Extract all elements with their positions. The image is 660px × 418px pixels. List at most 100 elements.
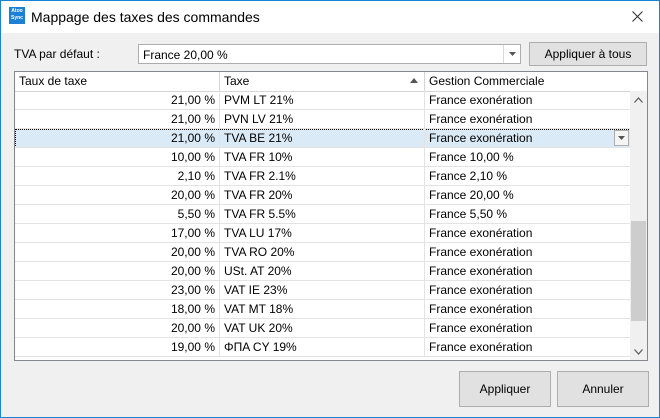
- table-row[interactable]: 21,00 % PVM LT 21% France exonération: [15, 91, 631, 110]
- table-row[interactable]: 10,00 % TVA FR 10% France 10,00 %: [15, 148, 631, 167]
- mapping-cell[interactable]: France exonération: [425, 224, 631, 243]
- table-row[interactable]: 5,50 % TVA FR 5.5% France 5,50 %: [15, 205, 631, 224]
- column-header-mapping[interactable]: Gestion Commerciale: [425, 72, 631, 91]
- chevron-down-icon: [508, 52, 516, 56]
- grid-header-corner: [630, 72, 647, 92]
- rate-cell[interactable]: 20,00 %: [15, 262, 220, 281]
- tax-cell-text: VAT MT 18%: [224, 302, 294, 316]
- mapping-cell[interactable]: France exonération: [425, 281, 631, 300]
- rate-cell-text: 21,00 %: [170, 93, 215, 107]
- rate-cell-text: 20,00 %: [170, 264, 215, 278]
- rate-cell[interactable]: 10,00 %: [15, 148, 220, 167]
- tax-cell[interactable]: VAT MT 18%: [220, 300, 425, 319]
- mapping-dropdown-button[interactable]: [614, 130, 629, 146]
- mapping-cell[interactable]: France 2,10 %: [425, 167, 631, 186]
- rate-cell-text: 20,00 %: [170, 321, 215, 335]
- mapping-cell[interactable]: France 5,50 %: [425, 205, 631, 224]
- title-bar: Atoo Sync Mappage des taxes des commande…: [1, 1, 659, 33]
- table-row[interactable]: 2,10 % TVA FR 2.1% France 2,10 %: [15, 167, 631, 186]
- grid-rows: 21,00 % PVM LT 21% France exonération 21,00…: [15, 91, 631, 357]
- tax-cell-text: TVA FR 20%: [224, 188, 293, 202]
- table-row[interactable]: 21,00 % TVA BE 21% France exonération: [15, 129, 631, 148]
- mapping-cell[interactable]: France exonération: [425, 91, 631, 110]
- close-icon: [631, 10, 643, 22]
- tax-cell[interactable]: TVA RO 20%: [220, 243, 425, 262]
- mapping-cell[interactable]: France exonération: [425, 110, 631, 129]
- rate-cell[interactable]: 20,00 %: [15, 186, 220, 205]
- apply-button[interactable]: Appliquer: [459, 371, 551, 407]
- scroll-down-button[interactable]: [630, 343, 647, 360]
- table-row[interactable]: 20,00 % VAT UK 20% France exonération: [15, 319, 631, 338]
- tax-cell-text: TVA BE 21%: [224, 131, 293, 145]
- tax-cell[interactable]: VAT UK 20%: [220, 319, 425, 338]
- rate-cell[interactable]: 18,00 %: [15, 300, 220, 319]
- rate-cell[interactable]: 17,00 %: [15, 224, 220, 243]
- mapping-cell-text: France exonération: [429, 321, 533, 335]
- mapping-cell[interactable]: France exonération: [425, 300, 631, 319]
- mapping-cell-text: France 5,50 %: [429, 207, 508, 221]
- tax-cell[interactable]: VAT IE 23%: [220, 281, 425, 300]
- mapping-cell-text: France exonération: [429, 283, 533, 297]
- table-row[interactable]: 20,00 % TVA FR 20% France 20,00 %: [15, 186, 631, 205]
- table-row[interactable]: 18,00 % VAT MT 18% France exonération: [15, 300, 631, 319]
- rate-cell[interactable]: 21,00 %: [15, 91, 220, 110]
- rate-cell-text: 5,50 %: [177, 207, 215, 221]
- mapping-cell[interactable]: France exonération: [425, 338, 631, 357]
- cancel-button[interactable]: Annuler: [557, 371, 649, 407]
- rate-cell[interactable]: 2,10 %: [15, 167, 220, 186]
- rate-cell-text: 23,00 %: [170, 283, 215, 297]
- tax-cell[interactable]: TVA FR 5.5%: [220, 205, 425, 224]
- mapping-cell-text: France 2,10 %: [429, 169, 508, 183]
- column-header-rate[interactable]: Taux de taxe: [15, 72, 220, 91]
- column-header-tax[interactable]: Taxe: [220, 72, 425, 91]
- mapping-cell[interactable]: France exonération: [425, 243, 631, 262]
- default-tva-dropdown-arrow[interactable]: [503, 45, 520, 63]
- rate-cell[interactable]: 20,00 %: [15, 319, 220, 338]
- tax-cell[interactable]: USt. AT 20%: [220, 262, 425, 281]
- apply-all-button[interactable]: Appliquer à tous: [529, 42, 647, 66]
- grid-header: Taux de taxe Taxe Gestion Commerciale: [15, 72, 631, 92]
- vertical-scrollbar[interactable]: [630, 91, 647, 360]
- mapping-cell-text: France exonération: [429, 264, 533, 278]
- tax-cell-text: PVM LT 21%: [224, 93, 294, 107]
- rate-cell-text: 21,00 %: [170, 112, 215, 126]
- mapping-cell-text: France exonération: [429, 226, 533, 240]
- scroll-up-button[interactable]: [630, 91, 647, 108]
- rate-cell[interactable]: 20,00 %: [15, 243, 220, 262]
- tax-cell[interactable]: PVM LT 21%: [220, 91, 425, 110]
- mapping-cell[interactable]: France 10,00 %: [425, 148, 631, 167]
- rate-cell[interactable]: 19,00 %: [15, 338, 220, 357]
- rate-cell-text: 21,00 %: [170, 131, 215, 145]
- tax-cell-text: TVA FR 5.5%: [224, 207, 296, 221]
- close-button[interactable]: [625, 5, 649, 27]
- rate-cell[interactable]: 21,00 %: [15, 110, 220, 129]
- tax-cell[interactable]: TVA FR 20%: [220, 186, 425, 205]
- mapping-cell[interactable]: France exonération: [425, 262, 631, 281]
- tax-cell[interactable]: TVA FR 2.1%: [220, 167, 425, 186]
- table-row[interactable]: 21,00 % PVN LV 21% France exonération: [15, 110, 631, 129]
- table-row[interactable]: 23,00 % VAT IE 23% France exonération: [15, 281, 631, 300]
- app-icon: Atoo Sync: [9, 7, 25, 24]
- tax-cell[interactable]: TVA LU 17%: [220, 224, 425, 243]
- table-row[interactable]: 20,00 % USt. AT 20% France exonération: [15, 262, 631, 281]
- chevron-down-icon: [618, 136, 625, 140]
- scrollbar-thumb[interactable]: [631, 221, 646, 321]
- mapping-cell[interactable]: France 20,00 %: [425, 186, 631, 205]
- tax-cell[interactable]: PVN LV 21%: [220, 110, 425, 129]
- mapping-cell[interactable]: France exonération: [425, 319, 631, 338]
- table-row[interactable]: 19,00 % ΦΠΑ CY 19% France exonération: [15, 338, 631, 357]
- mapping-cell[interactable]: France exonération: [425, 129, 631, 148]
- tax-cell[interactable]: TVA BE 21%: [220, 129, 425, 148]
- table-row[interactable]: 20,00 % TVA RO 20% France exonération: [15, 243, 631, 262]
- default-tva-select[interactable]: France 20,00 %: [138, 44, 521, 64]
- rate-cell-text: 2,10 %: [177, 169, 215, 183]
- mapping-cell-text: France 10,00 %: [429, 150, 514, 164]
- rate-cell[interactable]: 21,00 %: [15, 129, 220, 148]
- rate-cell[interactable]: 5,50 %: [15, 205, 220, 224]
- rate-cell[interactable]: 23,00 %: [15, 281, 220, 300]
- chevron-down-icon: [634, 348, 643, 355]
- tax-cell[interactable]: ΦΠΑ CY 19%: [220, 338, 425, 357]
- tax-cell[interactable]: TVA FR 10%: [220, 148, 425, 167]
- table-row[interactable]: 17,00 % TVA LU 17% France exonération: [15, 224, 631, 243]
- tax-cell-text: VAT IE 23%: [224, 283, 288, 297]
